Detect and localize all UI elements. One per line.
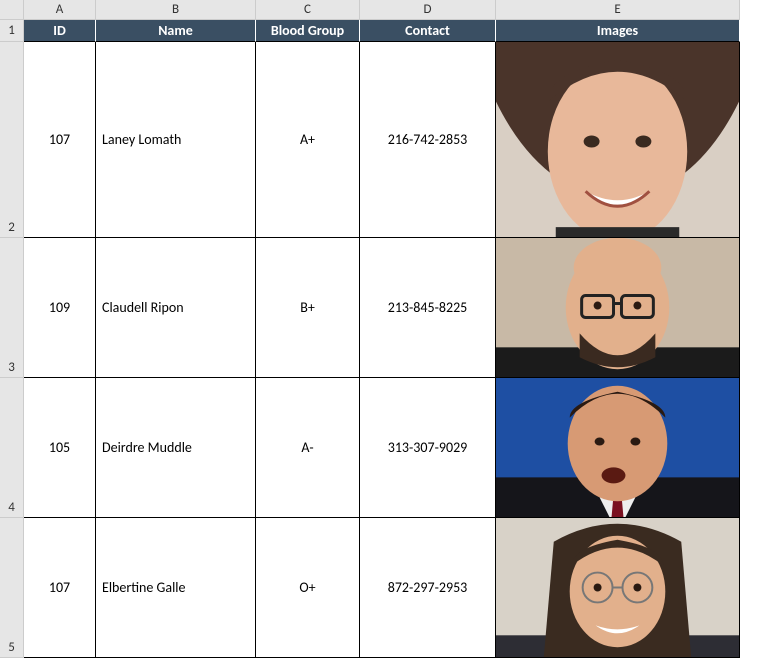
col-header-D[interactable]: D (360, 0, 496, 20)
cell-name[interactable]: Elbertine Galle (96, 518, 256, 658)
row-header-3[interactable]: 3 (0, 238, 24, 378)
header-contact[interactable]: Contact (360, 20, 496, 42)
header-name[interactable]: Name (96, 20, 256, 42)
cell-name[interactable]: Claudell Ripon (96, 238, 256, 378)
cell-blood[interactable]: A+ (256, 42, 360, 238)
cell-blood[interactable]: A- (256, 378, 360, 518)
cell-image[interactable] (496, 238, 740, 378)
spreadsheet-grid[interactable]: A B C D E 1 ID Name Blood Group Contact … (0, 0, 757, 658)
cell-id[interactable]: 105 (24, 378, 96, 518)
select-all-corner[interactable] (0, 0, 24, 20)
cell-contact[interactable]: 313-307-9029 (360, 378, 496, 518)
cell-id[interactable]: 109 (24, 238, 96, 378)
cell-contact[interactable]: 213-845-8225 (360, 238, 496, 378)
cell-contact[interactable]: 872-297-2953 (360, 518, 496, 658)
row-header-2[interactable]: 2 (0, 42, 24, 238)
cell-id[interactable]: 107 (24, 42, 96, 238)
avatar-man-long-hair-glasses (496, 518, 739, 657)
cell-image[interactable] (496, 518, 740, 658)
col-header-C[interactable]: C (256, 0, 360, 20)
avatar-woman-smiling (496, 42, 739, 237)
row-header-4[interactable]: 4 (0, 378, 24, 518)
cell-image[interactable] (496, 42, 740, 238)
cell-image[interactable] (496, 378, 740, 518)
col-header-A[interactable]: A (24, 0, 96, 20)
header-id[interactable]: ID (24, 20, 96, 42)
col-header-B[interactable]: B (96, 0, 256, 20)
cell-name[interactable]: Laney Lomath (96, 42, 256, 238)
avatar-man-suit-speaking (496, 378, 739, 517)
cell-contact[interactable]: 216-742-2853 (360, 42, 496, 238)
header-blood[interactable]: Blood Group (256, 20, 360, 42)
row-header-1[interactable]: 1 (0, 20, 24, 42)
row-header-5[interactable]: 5 (0, 518, 24, 658)
header-images[interactable]: Images (496, 20, 740, 42)
cell-blood[interactable]: O+ (256, 518, 360, 658)
cell-name[interactable]: Deirdre Muddle (96, 378, 256, 518)
avatar-bald-man-glasses (496, 238, 739, 377)
cell-blood[interactable]: B+ (256, 238, 360, 378)
col-header-E[interactable]: E (496, 0, 740, 20)
cell-id[interactable]: 107 (24, 518, 96, 658)
